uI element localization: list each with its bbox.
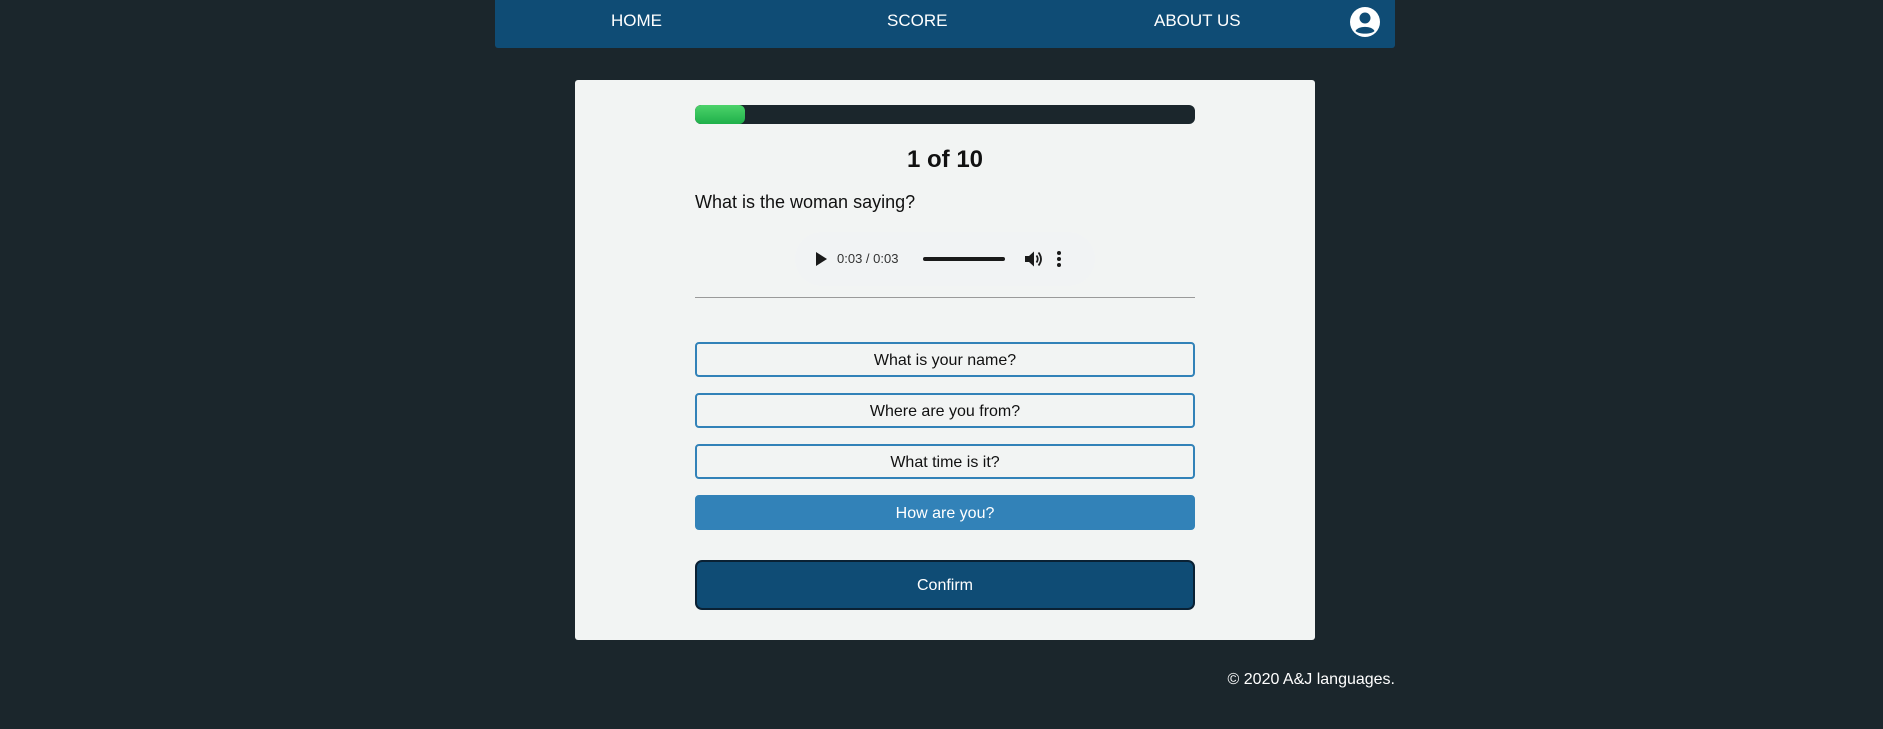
quiz-card: 1 of 10 What is the woman saying? 0:03 /… bbox=[575, 80, 1315, 640]
answer-option-4-selected[interactable]: How are you? bbox=[695, 495, 1195, 530]
nav-home-link[interactable]: HOME bbox=[611, 11, 662, 31]
audio-time-readout: 0:03 / 0:03 bbox=[837, 251, 899, 266]
account-circle-icon[interactable] bbox=[1349, 6, 1381, 38]
question-text: What is the woman saying? bbox=[695, 192, 916, 212]
current-question-number: 1 bbox=[906, 146, 921, 173]
top-navbar: HOME SCORE ABOUT US bbox=[495, 0, 1395, 48]
answer-option-2[interactable]: Where are you from? bbox=[695, 393, 1195, 428]
more-vertical-icon[interactable] bbox=[1056, 250, 1062, 268]
counter-separator: of bbox=[920, 146, 957, 173]
volume-icon[interactable] bbox=[1024, 250, 1044, 268]
nav-score-link[interactable]: SCORE bbox=[887, 11, 947, 31]
nav-about-us-link[interactable]: ABOUT US bbox=[1154, 11, 1241, 31]
quiz-progress-fill bbox=[695, 105, 745, 124]
question-counter: 1 of 10 bbox=[575, 146, 1315, 174]
copyright-footer: © 2020 A&J languages. bbox=[1227, 671, 1395, 688]
answer-option-1[interactable]: What is your name? bbox=[695, 342, 1195, 377]
total-question-count: 10 bbox=[956, 146, 984, 173]
audio-player: 0:03 / 0:03 bbox=[795, 232, 1095, 286]
quiz-progress-bar bbox=[695, 105, 1195, 124]
audio-seek-bar[interactable] bbox=[923, 257, 1005, 261]
answer-option-3[interactable]: What time is it? bbox=[695, 444, 1195, 479]
divider bbox=[695, 297, 1195, 298]
play-icon[interactable] bbox=[816, 252, 827, 266]
confirm-button[interactable]: Confirm bbox=[695, 560, 1195, 610]
